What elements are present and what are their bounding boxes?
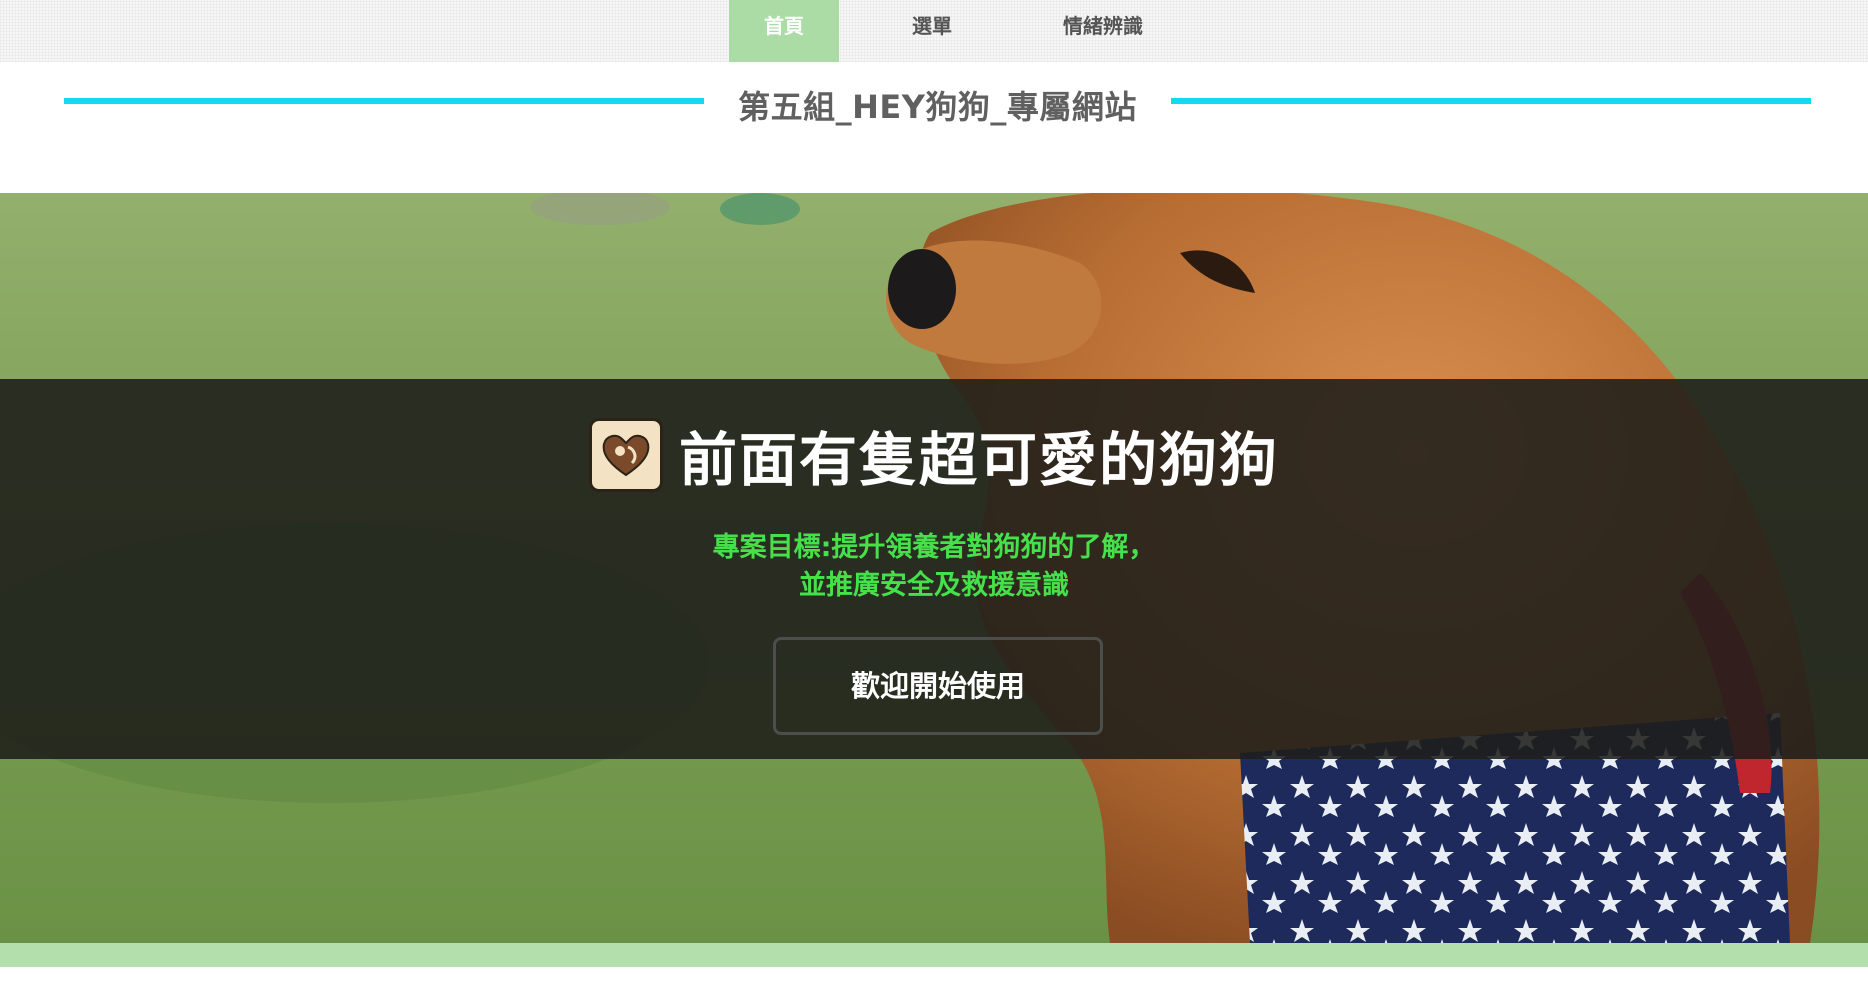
bottom-strip: [0, 943, 1868, 967]
project-goal-line-2: 並推廣安全及救援意識: [799, 570, 1069, 601]
title-divider-left: [64, 98, 704, 104]
dog-heart-icon-graphic: [602, 434, 650, 477]
nav-emotion-recognition-tab[interactable]: 情緒辨識: [1040, 0, 1166, 68]
project-goal-text: 專案目標:提升領養者對狗狗的了解， 並推廣安全及救援意識: [0, 529, 1868, 605]
nav-home-tab[interactable]: 首頁: [729, 0, 839, 68]
top-navigation: 首頁 選單 情緒辨識: [0, 0, 1868, 68]
site-title: 第五組_HEY狗狗_專屬網站: [738, 88, 1137, 126]
dog-heart-icon: [588, 418, 663, 492]
title-divider-right: [1171, 98, 1811, 104]
headline-row: 前面有隻超可愛的狗狗: [0, 415, 1868, 495]
hero-headline: 前面有隻超可愛的狗狗: [678, 426, 1279, 494]
project-goal-line-1: 專案目標:提升領養者對狗狗的了解，: [712, 532, 1156, 563]
hero-section: 前面有隻超可愛的狗狗 專案目標:提升領養者對狗狗的了解， 並推廣安全及救援意識 …: [0, 193, 1868, 943]
nav-menu-tab[interactable]: 選單: [880, 0, 984, 68]
get-started-button[interactable]: 歡迎開始使用: [773, 637, 1103, 735]
site-title-band: 第五組_HEY狗狗_專屬網站: [0, 62, 1868, 193]
hero-overlay: 前面有隻超可愛的狗狗 專案目標:提升領養者對狗狗的了解， 並推廣安全及救援意識 …: [0, 379, 1868, 759]
